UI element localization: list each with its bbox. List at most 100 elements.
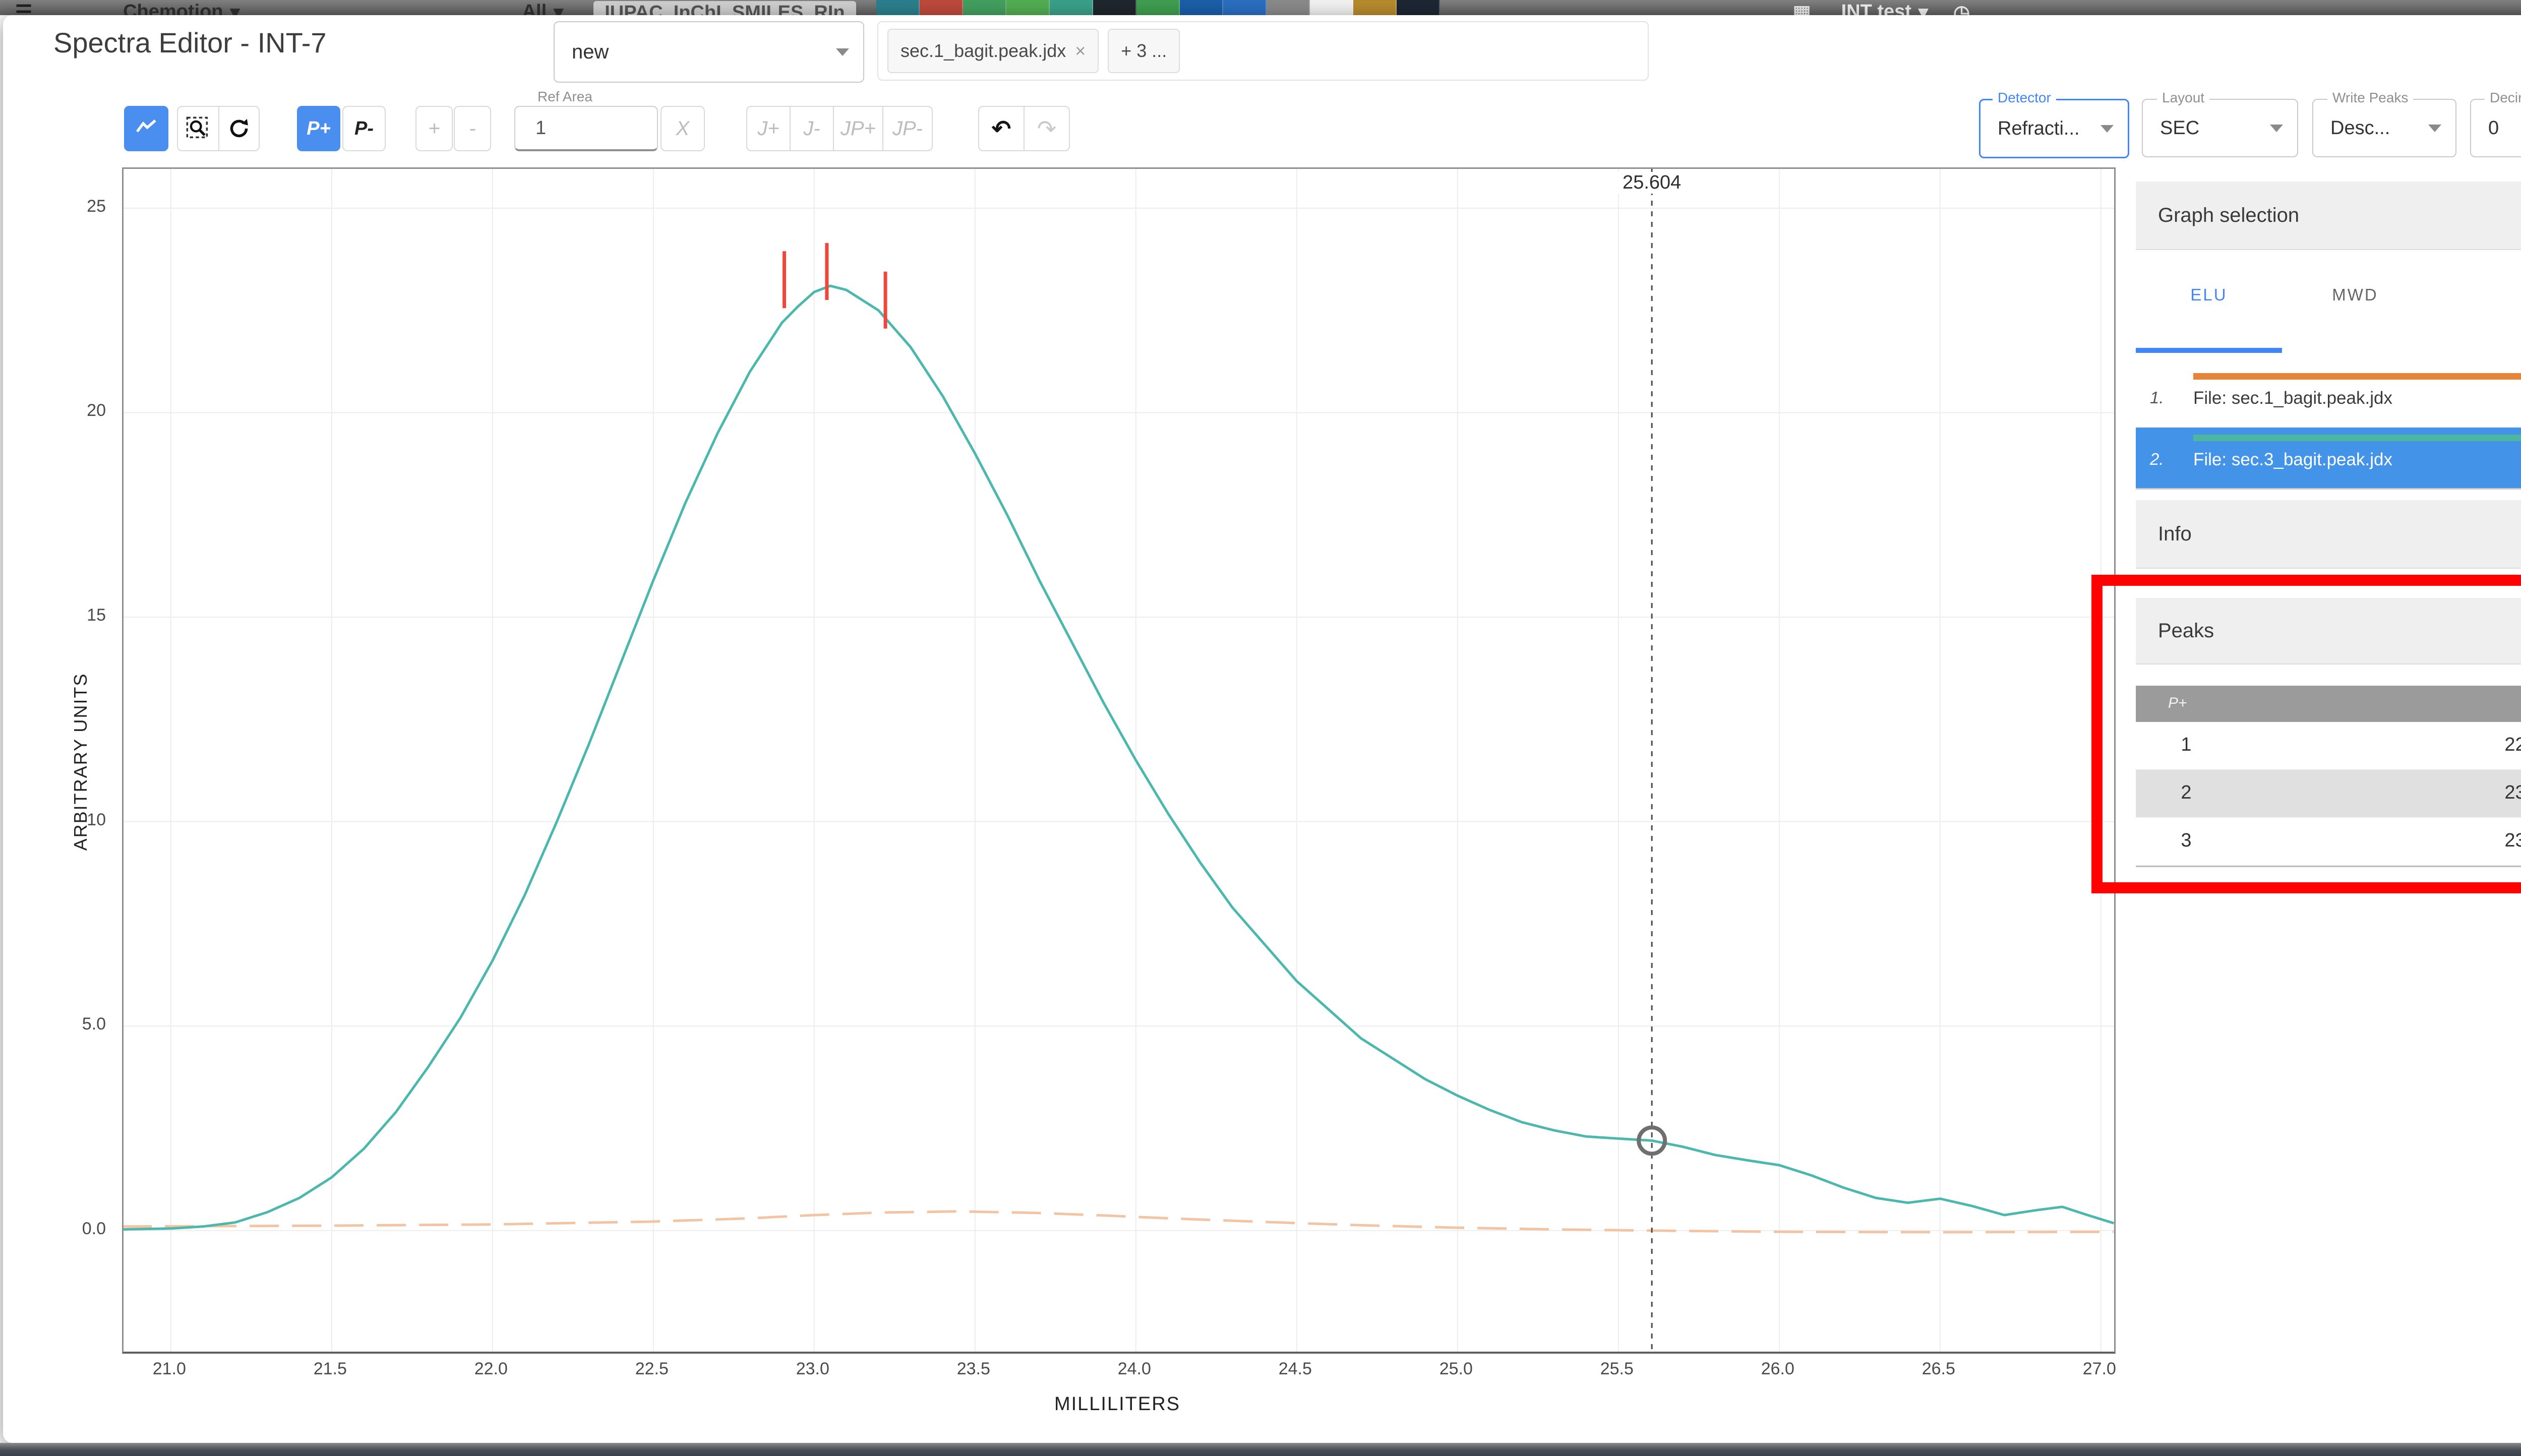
browser-toolbar-icon[interactable] [876, 0, 920, 15]
area-minus-button[interactable]: - [454, 106, 491, 151]
x-tick-label: 23.5 [956, 1359, 990, 1378]
peak-remove-button[interactable]: P- [342, 106, 386, 151]
jp-plus-button[interactable]: JP+ [833, 106, 883, 151]
y-tick-label: 5.0 [82, 1014, 106, 1034]
peak-row[interactable]: 223.22142.24e+1× [2136, 770, 2521, 818]
hamburger-icon[interactable]: ☰ [15, 1, 32, 15]
browser-toolbar-icon[interactable] [1396, 0, 1440, 15]
zoom-select-icon [186, 116, 208, 139]
decimal-select[interactable]: 0 [2470, 99, 2521, 157]
scope-caret-icon: ▾ [554, 2, 564, 15]
col-header-x: X [2287, 695, 2521, 712]
app-menu-caret-icon: ▾ [230, 2, 240, 15]
line-chart-icon [136, 119, 156, 133]
j-plus-button[interactable]: J+ [746, 106, 791, 151]
file-chip-more[interactable]: + 3 ... [1108, 29, 1180, 73]
peaks-header[interactable]: Peaks [2136, 598, 2521, 664]
browser-toolbar-icon[interactable] [1179, 0, 1223, 15]
zoom-select-button[interactable] [177, 106, 219, 151]
write-peaks-value: Desc... [2330, 117, 2390, 139]
layout-value: SEC [2160, 117, 2200, 139]
detector-select[interactable]: Refracti... [1979, 99, 2129, 158]
preset-select[interactable]: new [554, 21, 864, 83]
chevron-down-icon [2270, 124, 2283, 132]
peak-number: 2 [2181, 782, 2192, 803]
file-chip[interactable]: sec.1_bagit.peak.jdx × [887, 29, 1099, 73]
file-color-bar [2193, 435, 2521, 441]
layout-label: Layout [2157, 91, 2210, 105]
grid-icon[interactable]: ▦ [1793, 1, 1811, 15]
peak-add-button[interactable]: P+ [297, 106, 340, 151]
reset-zoom-button[interactable] [218, 106, 260, 151]
browser-toolbar-icon[interactable] [1309, 0, 1353, 15]
x-tick-label: 25.0 [1439, 1359, 1473, 1378]
cursor-position-label: 25.604 [1617, 172, 1687, 194]
graph-selection-title: Graph selection [2158, 204, 2300, 226]
chevron-down-icon [2100, 125, 2114, 133]
tab-mwd[interactable]: MWD [2282, 285, 2428, 305]
undo-button[interactable]: ↶ [978, 106, 1025, 151]
x-tick-label: 23.0 [796, 1359, 829, 1378]
chip-close-icon[interactable]: × [1075, 40, 1086, 62]
graph-selection-header[interactable]: Graph selection [2136, 181, 2521, 250]
x-axis-title: MILLILITERS [1054, 1393, 1181, 1415]
file-item-label: File: sec.1_bagit.peak.jdx [2193, 388, 2392, 408]
j-minus-button[interactable]: J- [790, 106, 834, 151]
browser-toolbar-icon[interactable] [963, 0, 1006, 15]
peak-number: 3 [2181, 830, 2192, 851]
file-item-index: 2. [2150, 450, 2164, 468]
write-peaks-label: Write Peaks [2327, 91, 2414, 105]
chevron-down-icon [2428, 124, 2441, 132]
peak-row[interactable]: 122.90712.29e+1× [2136, 722, 2521, 770]
info-title: Info [2158, 522, 2192, 545]
page-bottom-strip [0, 1443, 2521, 1456]
detector-value: Refracti... [1998, 117, 2080, 139]
clock-icon[interactable]: ◷ [1953, 1, 1970, 15]
spectrum-svg [124, 169, 2114, 1352]
redo-button[interactable]: ↷ [1024, 106, 1070, 151]
browser-top-strip: ☰ Chemotion ▾ All ▾ IUPAC, InChI, SMILES… [0, 0, 2521, 15]
ref-area-input[interactable]: 1 [514, 106, 658, 151]
peaks-table-header: P+ X Y - [2136, 686, 2521, 722]
files-multiselect[interactable]: sec.1_bagit.peak.jdx × + 3 ... [877, 21, 1649, 81]
x-tick-label: 27.0 [2082, 1359, 2116, 1378]
peak-x-value: 22.9071 [2504, 734, 2521, 755]
peak-row[interactable]: 323.03942.31e+1× [2136, 818, 2521, 866]
file-list-item-1[interactable]: 1. File: sec.1_bagit.peak.jdx [2136, 366, 2521, 427]
series-sec.3_bagit.peak.jdx [124, 284, 2114, 1231]
browser-toolbar-icon[interactable] [919, 0, 963, 15]
area-plus-button[interactable]: + [415, 106, 453, 151]
search-input[interactable]: IUPAC, InChI, SMILES, RIn [593, 1, 856, 15]
spectrum-plot[interactable]: 25.604 [122, 167, 2116, 1354]
file-item-index: 1. [2150, 388, 2164, 407]
layout-select[interactable]: SEC [2142, 99, 2298, 157]
ref-area-value: 1 [535, 117, 547, 139]
browser-toolbar-icon[interactable] [1353, 0, 1397, 15]
y-tick-label: 15 [87, 605, 106, 625]
tab-elu[interactable]: ELU [2136, 285, 2282, 305]
y-tick-label: 10 [87, 810, 106, 829]
info-header[interactable]: Info [2136, 500, 2521, 569]
user-menu[interactable]: INT test [1841, 1, 1911, 15]
scope-select[interactable]: All [522, 1, 547, 15]
file-item-label: File: sec.3_bagit.peak.jdx [2193, 450, 2392, 469]
x-tick-label: 21.0 [152, 1359, 186, 1378]
browser-toolbar-icon[interactable] [1136, 0, 1180, 15]
y-tick-label: 25 [87, 196, 106, 216]
write-peaks-select[interactable]: Desc... [2312, 99, 2456, 157]
line-chart-mode-button[interactable] [124, 106, 168, 151]
browser-toolbar-icon[interactable] [1093, 0, 1136, 15]
peaks-table: P+ X Y - 122.90712.29e+1×223.22142.24e+1… [2136, 686, 2521, 867]
x-tick-label: 22.0 [474, 1359, 508, 1378]
browser-toolbar-icon[interactable] [1266, 0, 1310, 15]
file-list-item-2[interactable]: 2. File: sec.3_bagit.peak.jdx [2136, 428, 2521, 488]
x-tick-label: 24.0 [1117, 1359, 1151, 1378]
jp-minus-button[interactable]: JP- [882, 106, 933, 151]
app-menu[interactable]: Chemotion [123, 1, 223, 15]
browser-toolbar-icons [876, 0, 1440, 15]
browser-toolbar-icon[interactable] [1049, 0, 1093, 15]
browser-toolbar-icon[interactable] [1223, 0, 1267, 15]
clear-button[interactable]: X [661, 106, 705, 151]
ref-area-label: Ref Area [532, 90, 597, 104]
browser-toolbar-icon[interactable] [1006, 0, 1050, 15]
